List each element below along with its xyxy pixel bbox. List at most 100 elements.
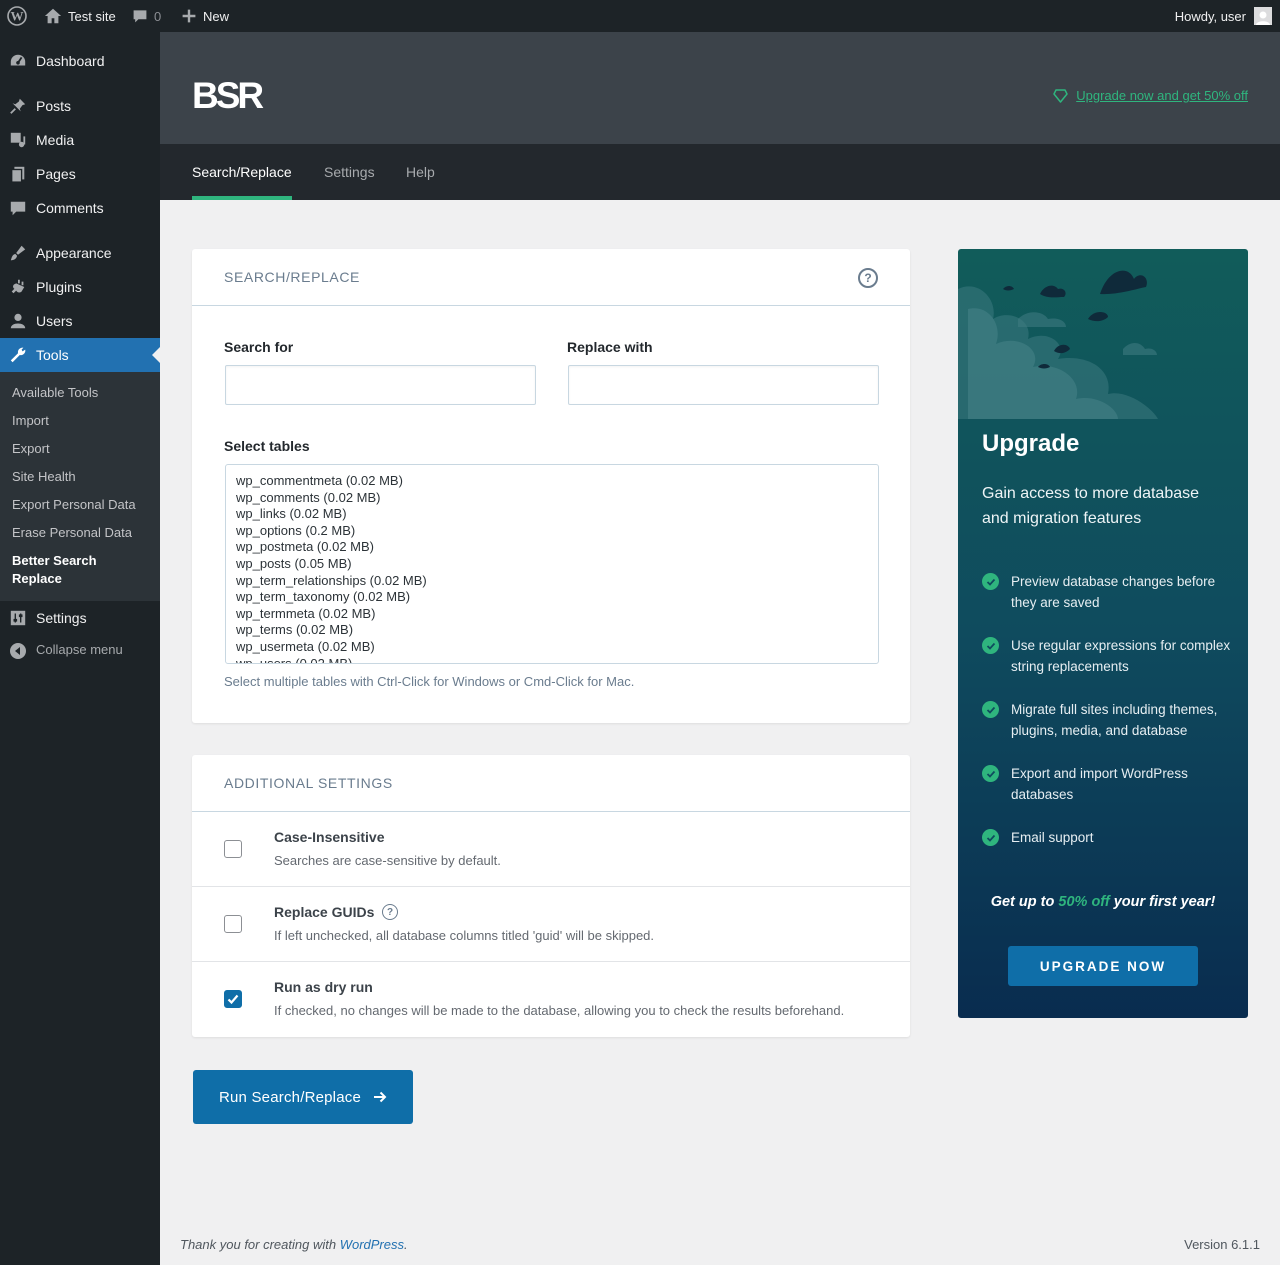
feature-item: Email support (982, 827, 1232, 848)
comments-count: 0 (154, 8, 162, 24)
footer-version: Version 6.1.1 (1184, 1237, 1260, 1252)
feature-item: Use regular expressions for complex stri… (982, 635, 1232, 677)
additional-settings-panel: ADDITIONAL SETTINGS Case-Insensitive Sea… (192, 755, 910, 1037)
table-option[interactable]: wp_termmeta (0.02 MB) (236, 606, 868, 623)
case-insensitive-checkbox[interactable] (224, 840, 242, 858)
sidebar-item-dashboard[interactable]: Dashboard (0, 44, 160, 78)
help-icon[interactable]: ? (382, 904, 398, 920)
replace-label: Replace with (567, 339, 653, 355)
upgrade-subtitle: Gain access to more database and migrati… (982, 485, 1200, 527)
tables-label: Select tables (224, 438, 310, 454)
collapse-menu-label: Collapse menu (36, 642, 123, 657)
table-option[interactable]: wp_term_taxonomy (0.02 MB) (236, 589, 868, 606)
help-icon[interactable]: ? (858, 268, 878, 288)
feature-text: Email support (1011, 830, 1094, 845)
pages-icon (8, 164, 28, 184)
admin-sidebar: Dashboard Posts Media Pages Comments App… (0, 32, 160, 1265)
tab-settings[interactable]: Settings (324, 144, 375, 200)
plugin-icon (8, 277, 28, 297)
replace-input[interactable] (568, 365, 879, 405)
check-circle-icon (982, 637, 999, 654)
checkmark-icon (227, 994, 239, 1005)
sidebar-item-settings[interactable]: Settings (0, 601, 160, 635)
sidebar-item-plugins[interactable]: Plugins (0, 270, 160, 304)
clouds-birds-illustration (958, 270, 1158, 419)
panel-header: SEARCH/REPLACE ? (192, 249, 910, 306)
sidebar-item-users[interactable]: Users (0, 304, 160, 338)
submenu-item-erase-personal-data[interactable]: Erase Personal Data (12, 524, 132, 542)
sidebar-item-label: Dashboard (36, 53, 105, 69)
search-input[interactable] (225, 365, 536, 405)
footer-thanks: Thank you for creating with WordPress. (180, 1237, 408, 1252)
feature-text: Preview database changes before they are… (1011, 574, 1216, 610)
submenu-item-available-tools[interactable]: Available Tools (12, 384, 98, 402)
table-option[interactable]: wp_usermeta (0.02 MB) (236, 639, 868, 656)
submenu-item-export-personal-data[interactable]: Export Personal Data (12, 496, 136, 514)
sidebar-item-comments[interactable]: Comments (0, 191, 160, 225)
setting-description: Searches are case-sensitive by default. (274, 853, 501, 868)
collapse-menu-button[interactable]: Collapse menu (0, 637, 160, 665)
comment-icon (133, 10, 147, 23)
tab-help[interactable]: Help (406, 144, 435, 200)
setting-description: If checked, no changes will be made to t… (274, 1003, 845, 1018)
feature-text: Export and import WordPress databases (1011, 766, 1188, 802)
bsr-logo: BSR (192, 75, 264, 116)
feature-item: Preview database changes before they are… (982, 571, 1232, 613)
table-option[interactable]: wp_terms (0.02 MB) (236, 622, 868, 639)
sidebar-item-posts[interactable]: Posts (0, 89, 160, 123)
submenu-item-site-health[interactable]: Site Health (12, 468, 76, 486)
sidebar-item-pages[interactable]: Pages (0, 157, 160, 191)
setting-title: Case-Insensitive (274, 829, 385, 845)
new-content-link[interactable]: New (181, 0, 229, 32)
upgrade-header-text: Upgrade now and get 50% off (1076, 88, 1248, 103)
panel-title: ADDITIONAL SETTINGS (224, 775, 393, 791)
dry-run-checkbox[interactable] (224, 990, 242, 1008)
upgrade-header-link[interactable]: Upgrade now and get 50% off (1053, 88, 1248, 103)
sidebar-item-appearance[interactable]: Appearance (0, 236, 160, 270)
sliders-icon (8, 608, 28, 628)
upgrade-now-button[interactable]: UPGRADE NOW (1008, 946, 1198, 986)
check-circle-icon (982, 701, 999, 718)
table-option[interactable]: wp_users (0.02 MB) (236, 656, 868, 663)
tables-select[interactable]: wp_commentmeta (0.02 MB) wp_comments (0.… (225, 464, 879, 664)
comment-icon (8, 198, 28, 218)
table-option[interactable]: wp_commentmeta (0.02 MB) (236, 473, 868, 490)
submenu-item-import[interactable]: Import (12, 412, 49, 430)
plugin-header: BSR Upgrade now and get 50% off (160, 32, 1280, 144)
setting-row-case-insensitive: Case-Insensitive Searches are case-sensi… (192, 812, 910, 887)
avatar (1254, 7, 1272, 25)
account-menu[interactable]: Howdy, user (1175, 0, 1272, 32)
table-option[interactable]: wp_options (0.2 MB) (236, 523, 868, 540)
run-search-replace-button[interactable]: Run Search/Replace (193, 1070, 413, 1124)
table-option[interactable]: wp_term_relationships (0.02 MB) (236, 573, 868, 590)
sidebar-item-label: Comments (36, 200, 104, 216)
tools-submenu: Available Tools Import Export Site Healt… (0, 372, 160, 601)
table-option[interactable]: wp_posts (0.05 MB) (236, 556, 868, 573)
table-option[interactable]: wp_links (0.02 MB) (236, 506, 868, 523)
feature-text: Use regular expressions for complex stri… (1011, 638, 1231, 674)
table-option[interactable]: wp_comments (0.02 MB) (236, 490, 868, 507)
dashboard-icon (8, 51, 28, 71)
site-name: Test site (68, 8, 116, 24)
media-icon (8, 130, 28, 150)
sidebar-item-tools[interactable]: Tools (0, 338, 160, 372)
table-option[interactable]: wp_postmeta (0.02 MB) (236, 539, 868, 556)
run-button-label: Run Search/Replace (218, 1088, 361, 1106)
sidebar-item-media[interactable]: Media (0, 123, 160, 157)
comments-link[interactable]: 0 (132, 0, 161, 32)
replace-guids-checkbox[interactable] (224, 915, 242, 933)
tab-search-replace[interactable]: Search/Replace (192, 144, 292, 200)
admin-bar: W Test site 0 New Howdy, user (0, 0, 1280, 32)
home-icon (44, 8, 62, 24)
upgrade-promo: Get up to 50% off your first year! (990, 894, 1216, 910)
panel-title: SEARCH/REPLACE (224, 269, 360, 285)
site-name-link[interactable]: Test site (44, 0, 116, 32)
wordpress-logo-icon[interactable]: W (7, 0, 27, 32)
feature-item: Export and import WordPress databases (982, 763, 1232, 805)
wordpress-link[interactable]: WordPress (340, 1237, 404, 1252)
sidebar-item-label: Media (36, 132, 75, 148)
submenu-item-better-search-replace[interactable]: Better Search Replace (12, 552, 132, 588)
submenu-item-export[interactable]: Export (12, 440, 50, 458)
tables-hint: Select multiple tables with Ctrl-Click f… (224, 674, 635, 689)
feature-item: Migrate full sites including themes, plu… (982, 699, 1232, 741)
